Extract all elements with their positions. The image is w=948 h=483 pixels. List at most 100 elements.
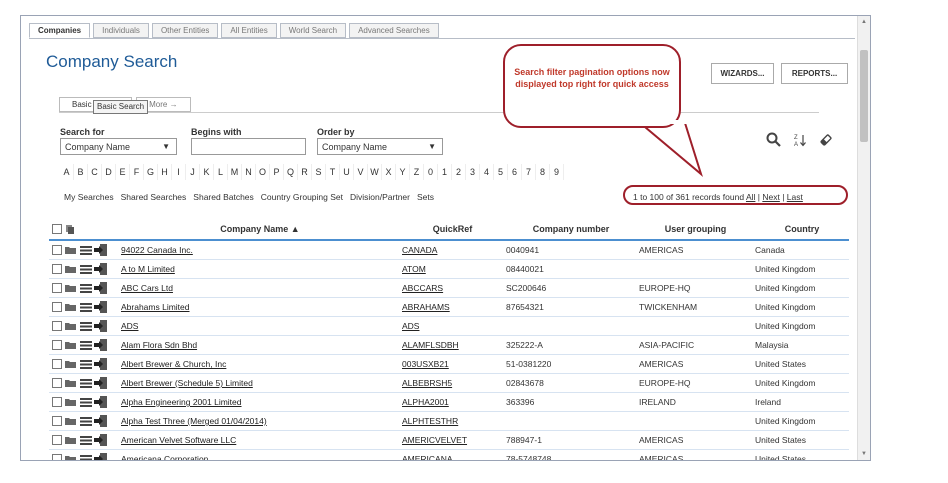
menu-icon[interactable] [80, 454, 92, 461]
open-record-icon[interactable] [94, 377, 108, 389]
alpha-filter-g[interactable]: G [144, 164, 158, 180]
alpha-filter-e[interactable]: E [116, 164, 130, 180]
alpha-filter-x[interactable]: X [382, 164, 396, 180]
eraser-icon[interactable] [819, 133, 833, 147]
table-row[interactable]: ABC Cars Ltd ABCCARS SC200646 EUROPE-HQ Unit… [49, 279, 849, 298]
scroll-thumb[interactable] [860, 50, 868, 142]
company-name-link[interactable]: Alam Flora Sdn Bhd [121, 340, 197, 350]
begins-with-input[interactable] [191, 138, 306, 155]
open-record-icon[interactable] [94, 415, 108, 427]
alpha-filter-8[interactable]: 8 [536, 164, 550, 180]
alpha-filter-h[interactable]: H [158, 164, 172, 180]
company-name-link[interactable]: Americana Corporation [121, 454, 208, 460]
search-icon[interactable] [766, 132, 781, 147]
row-checkbox[interactable] [52, 340, 62, 350]
scroll-up-icon[interactable]: ▲ [858, 16, 870, 28]
col-company-name[interactable]: Company Name ▲ [118, 224, 399, 234]
table-row[interactable]: Albert Brewer (Schedule 5) Limited ALBEBR… [49, 374, 849, 393]
alpha-filter-z[interactable]: Z [410, 164, 424, 180]
link-division-partner[interactable]: Division/Partner [350, 192, 410, 202]
alpha-filter-d[interactable]: D [102, 164, 116, 180]
link-country-grouping-set[interactable]: Country Grouping Set [261, 192, 343, 202]
alpha-filter-t[interactable]: T [326, 164, 340, 180]
company-name-link[interactable]: ABC Cars Ltd [121, 283, 173, 293]
alpha-filter-j[interactable]: J [186, 164, 200, 180]
alpha-filter-3[interactable]: 3 [466, 164, 480, 180]
quickref-link[interactable]: ABCCARS [402, 283, 443, 293]
quickref-link[interactable]: 003USXB21 [402, 359, 449, 369]
col-company-number[interactable]: Company number [503, 224, 636, 234]
open-record-icon[interactable] [94, 358, 108, 370]
open-record-icon[interactable] [94, 396, 108, 408]
row-checkbox[interactable] [52, 302, 62, 312]
company-name-link[interactable]: Albert Brewer & Church, Inc [121, 359, 226, 369]
open-record-icon[interactable] [94, 282, 108, 294]
link-sets[interactable]: Sets [417, 192, 434, 202]
menu-icon[interactable] [80, 302, 92, 312]
table-row[interactable]: 94022 Canada Inc. CANADA 0040941 AMERICAS Ca… [49, 241, 849, 260]
open-record-icon[interactable] [94, 244, 108, 256]
table-row[interactable]: Abrahams Limited ABRAHAMS 87654321 TWICKENH… [49, 298, 849, 317]
wizards-button[interactable]: WIZARDS... [711, 63, 774, 84]
alpha-filter-n[interactable]: N [242, 164, 256, 180]
row-checkbox[interactable] [52, 264, 62, 274]
menu-icon[interactable] [80, 264, 92, 274]
company-name-link[interactable]: Alpha Test Three (Merged 01/04/2014) [121, 416, 267, 426]
menu-icon[interactable] [80, 435, 92, 445]
folder-icon[interactable] [64, 264, 78, 274]
link-shared-batches[interactable]: Shared Batches [193, 192, 253, 202]
folder-icon[interactable] [64, 397, 78, 407]
table-row[interactable]: Albert Brewer & Church, Inc 003USXB21 51-0… [49, 355, 849, 374]
row-checkbox[interactable] [52, 321, 62, 331]
folder-icon[interactable] [64, 454, 78, 461]
company-name-link[interactable]: A to M Limited [121, 264, 175, 274]
folder-icon[interactable] [64, 378, 78, 388]
menu-icon[interactable] [80, 359, 92, 369]
search-for-select[interactable]: Company Name ▼ [60, 138, 177, 155]
alpha-filter-2[interactable]: 2 [452, 164, 466, 180]
alpha-filter-f[interactable]: F [130, 164, 144, 180]
quickref-link[interactable]: ABRAHAMS [402, 302, 450, 312]
open-record-icon[interactable] [94, 453, 108, 461]
col-country[interactable]: Country [752, 224, 849, 234]
tab-world-search[interactable]: World Search [279, 23, 347, 38]
folder-icon[interactable] [64, 245, 78, 255]
alpha-filter-k[interactable]: K [200, 164, 214, 180]
alpha-filter-w[interactable]: W [368, 164, 382, 180]
folder-icon[interactable] [64, 435, 78, 445]
open-record-icon[interactable] [94, 339, 108, 351]
company-name-link[interactable]: 94022 Canada Inc. [121, 245, 193, 255]
open-record-icon[interactable] [94, 301, 108, 313]
tab-companies[interactable]: Companies [29, 23, 91, 38]
alpha-filter-1[interactable]: 1 [438, 164, 452, 180]
alpha-filter-b[interactable]: B [74, 164, 88, 180]
tab-individuals[interactable]: Individuals [93, 23, 149, 38]
row-checkbox[interactable] [52, 359, 62, 369]
col-quickref[interactable]: QuickRef [399, 224, 503, 234]
menu-icon[interactable] [80, 321, 92, 331]
menu-icon[interactable] [80, 283, 92, 293]
quickref-link[interactable]: AMERICVELVET [402, 435, 467, 445]
alpha-filter-p[interactable]: P [270, 164, 284, 180]
row-checkbox[interactable] [52, 454, 62, 460]
alpha-filter-7[interactable]: 7 [522, 164, 536, 180]
menu-icon[interactable] [80, 416, 92, 426]
quickref-link[interactable]: AMERICANA [402, 454, 453, 460]
open-record-icon[interactable] [94, 263, 108, 275]
menu-icon[interactable] [80, 245, 92, 255]
alpha-filter-r[interactable]: R [298, 164, 312, 180]
tab-advanced-searches[interactable]: Advanced Searches [349, 23, 439, 38]
alpha-filter-5[interactable]: 5 [494, 164, 508, 180]
quickref-link[interactable]: ALAMFLSDBH [402, 340, 459, 350]
open-record-icon[interactable] [94, 434, 108, 446]
scroll-down-icon[interactable]: ▼ [858, 448, 870, 460]
menu-icon[interactable] [80, 397, 92, 407]
tab-all-entities[interactable]: All Entities [221, 23, 277, 38]
alpha-filter-q[interactable]: Q [284, 164, 298, 180]
menu-icon[interactable] [80, 378, 92, 388]
table-row[interactable]: ADS ADS United Kingdom [49, 317, 849, 336]
alpha-filter-l[interactable]: L [214, 164, 228, 180]
company-name-link[interactable]: Alpha Engineering 2001 Limited [121, 397, 242, 407]
link-shared-searches[interactable]: Shared Searches [121, 192, 187, 202]
alpha-filter-0[interactable]: 0 [424, 164, 438, 180]
